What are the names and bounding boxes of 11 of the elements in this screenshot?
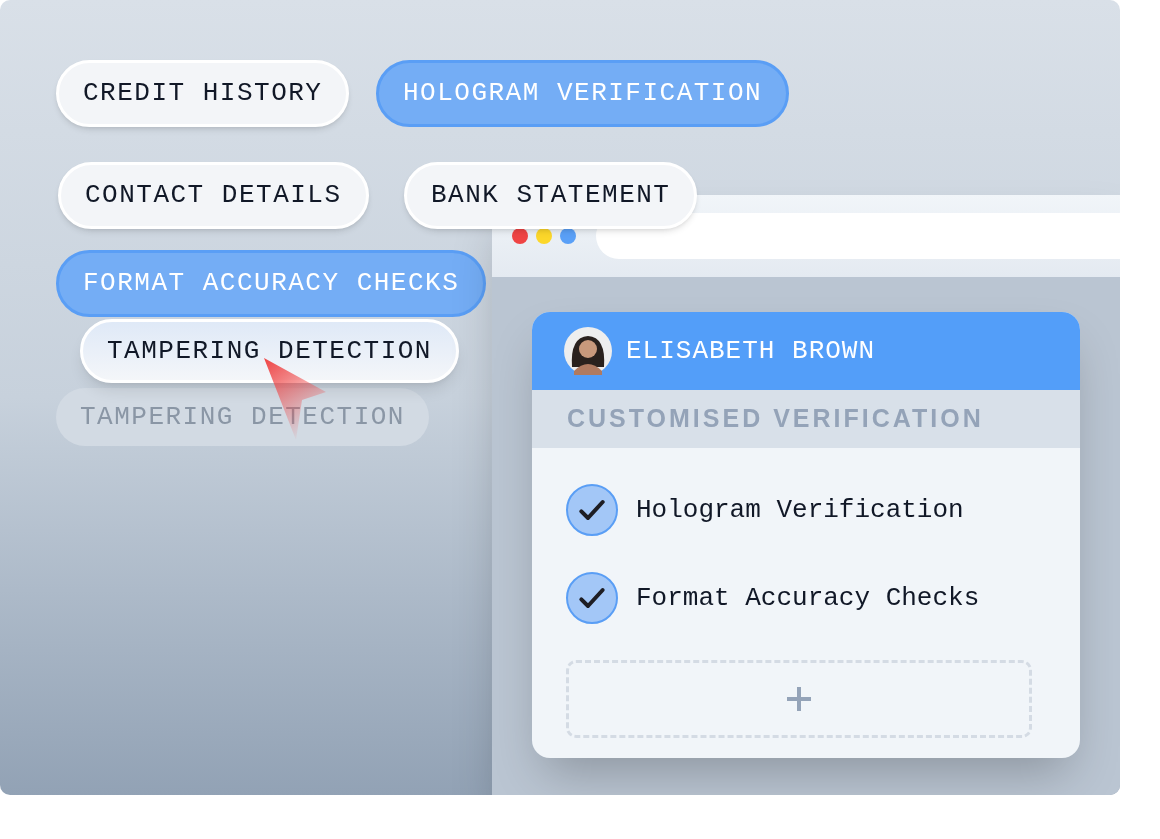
check-label: Hologram Verification bbox=[636, 493, 964, 527]
tag-chip[interactable]: CREDIT HISTORY bbox=[56, 60, 350, 127]
tag-chip[interactable]: CONTACT DETAILS bbox=[58, 162, 369, 229]
check-icon[interactable] bbox=[566, 484, 618, 536]
section-title: CUSTOMISED VERIFICATION bbox=[567, 403, 984, 435]
check-label: Format Accuracy Checks bbox=[636, 581, 980, 615]
check-icon[interactable] bbox=[566, 572, 618, 624]
tag-chip[interactable]: BANK STATEMENT bbox=[404, 162, 698, 229]
avatar bbox=[564, 327, 612, 375]
user-name: ELISABETH BROWN bbox=[626, 334, 876, 368]
plus-icon bbox=[785, 685, 813, 713]
